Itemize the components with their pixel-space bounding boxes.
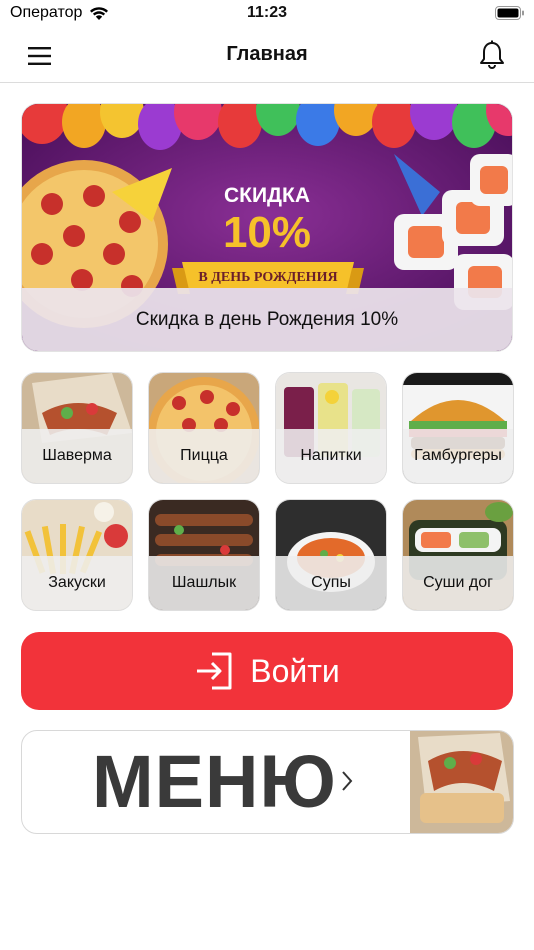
status-bar: Оператор 11:23 bbox=[0, 0, 534, 30]
menu-title: МЕНЮ bbox=[92, 740, 337, 823]
login-label: Войти bbox=[250, 652, 340, 689]
battery-icon bbox=[495, 6, 524, 20]
category-tile-pizza[interactable]: Пицца bbox=[149, 373, 259, 483]
category-label: Пицца bbox=[149, 429, 259, 483]
banner-percent: 10% bbox=[223, 208, 311, 257]
chevron-right-icon bbox=[342, 771, 353, 791]
category-label: Суши дог bbox=[403, 556, 513, 610]
navigation-bar: Главная bbox=[0, 30, 534, 83]
category-tile-burgers[interactable]: Гамбургеры bbox=[403, 373, 513, 483]
banner-headline: СКИДКА bbox=[224, 184, 310, 207]
category-label: Закуски bbox=[22, 556, 132, 610]
menu-card[interactable]: МЕНЮ bbox=[21, 730, 514, 834]
menu-shawarma-photo bbox=[410, 731, 513, 833]
category-tile-shashlik[interactable]: Шашлык bbox=[149, 500, 259, 610]
category-tile-soups[interactable]: Супы bbox=[276, 500, 386, 610]
category-label: Шаверма bbox=[22, 429, 132, 483]
page-title: Главная bbox=[226, 43, 308, 65]
bell-icon[interactable] bbox=[478, 40, 506, 70]
banner-caption: Скидка в день Рождения 10% bbox=[22, 288, 512, 351]
category-label: Напитки bbox=[276, 429, 386, 483]
clock-label: 11:23 bbox=[246, 4, 288, 21]
promo-banner[interactable]: СКИДКА 10% В ДЕНЬ РОЖДЕНИЯ Скидка в день… bbox=[22, 104, 512, 351]
sign-in-icon bbox=[197, 652, 232, 690]
banner-ribbon-text: В ДЕНЬ РОЖДЕНИЯ bbox=[198, 270, 337, 285]
login-button[interactable]: Войти bbox=[21, 632, 513, 710]
category-label: Супы bbox=[276, 556, 386, 610]
category-tile-drinks[interactable]: Напитки bbox=[276, 373, 386, 483]
category-tile-sushi-dog[interactable]: Суши дог bbox=[403, 500, 513, 610]
category-tile-snacks[interactable]: Закуски bbox=[22, 500, 132, 610]
category-tile-shawarma[interactable]: Шаверма bbox=[22, 373, 132, 483]
category-label: Шашлык bbox=[149, 556, 259, 610]
category-label: Гамбургеры bbox=[403, 429, 513, 483]
